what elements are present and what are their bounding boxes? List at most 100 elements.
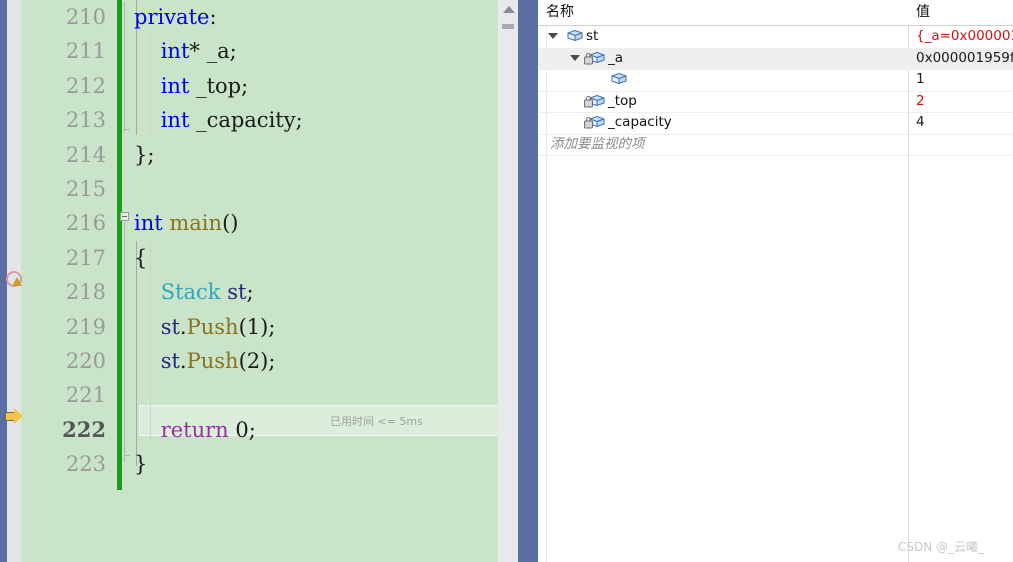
column-header-value[interactable]: 值 [916,0,930,25]
watch-row[interactable]: _top 2 [538,91,1013,113]
code-token: . [179,349,187,373]
line-number: 210 [65,5,106,29]
code-token: Push [186,349,239,373]
code-line[interactable]: }; [134,138,154,172]
code-token: { [134,245,148,270]
code-token: main [169,211,223,236]
line-number: 222 [62,416,106,442]
expander-triangle-icon[interactable] [570,54,580,61]
watch-header-row: 名称 值 [538,0,1013,26]
outline-guide-line-upper [124,2,125,132]
code-token: ; [246,280,254,305]
code-token: private [134,5,210,29]
code-line[interactable]: int _top; [134,69,248,103]
editor-vertical-scrollbar[interactable] [498,0,518,562]
line-number: 213 [65,108,106,133]
watch-add-item-placeholder: 添加要监视的项 [550,135,645,152]
code-line[interactable]: st.Push(1); [134,310,276,344]
line-number: 216 [65,211,106,236]
current-instruction-arrow-icon[interactable] [5,407,25,426]
code-line[interactable]: return 0; [134,413,256,447]
watch-row[interactable]: 1 [538,69,1013,92]
visual-studio-debug-window: 210 211 212 213 214 215 216 217 218 219 220 221 222 2… [0,0,1013,562]
code-token: }; [134,142,155,167]
line-number: 214 [65,142,106,167]
watch-row-name: _a [608,49,624,66]
panel-splitter[interactable] [518,0,538,562]
code-token: _a; [199,39,237,64]
elapsed-time-annotation: 已用时间 <= 5ms [330,415,423,428]
outlining-column[interactable] [118,0,134,562]
object-cube-icon [562,29,583,44]
code-text-area[interactable]: private: int* _a; int _top; int _capacit… [134,0,498,562]
watch-panel[interactable]: 名称 值 st {_a=0x0000019 _a 0x000001959f3 1 [538,0,1013,562]
code-token: st [160,314,180,339]
line-number: 217 [65,245,106,270]
code-token: (1); [238,314,276,339]
code-token: (2); [238,349,276,373]
watch-row-value[interactable]: 1 [916,69,1013,91]
private-field-cube-icon [584,94,605,109]
line-number: 223 [65,452,106,477]
scroll-up-arrow-icon[interactable] [503,6,515,13]
line-number: 221 [65,383,106,408]
column-header-name[interactable]: 名称 [546,0,574,25]
code-line[interactable]: int _capacity; [134,103,303,137]
watch-row-value[interactable]: 0x000001959f3 [916,48,1013,70]
code-token: Push [186,314,239,339]
code-line[interactable]: int main() [134,206,238,240]
code-token: st [160,349,180,373]
code-line[interactable]: int* _a; [134,34,237,68]
code-line[interactable]: Stack st; [134,275,254,309]
line-number: 211 [65,39,106,64]
watch-row-value[interactable]: 4 [916,112,1013,134]
watch-row[interactable]: _capacity 4 [538,112,1013,135]
code-token: * [189,39,200,64]
code-line[interactable]: st.Push(2); [134,344,276,378]
code-token: int [160,73,190,98]
code-token: } [134,452,148,477]
code-token: st [227,280,247,305]
watch-row-name: _capacity [608,114,672,130]
object-cube-icon [606,72,627,87]
watch-row-value[interactable]: 2 [916,91,1013,113]
code-token: _top; [189,73,249,98]
watch-row[interactable]: st {_a=0x0000019 [538,26,1013,49]
outline-guide-foot-upper [124,129,130,130]
code-token: int [134,211,163,236]
code-token: : [209,5,217,29]
code-line[interactable]: } [134,447,147,481]
line-number-column: 210 211 212 213 214 215 216 217 218 219 220 221 222 2… [21,0,116,562]
outline-guide-line [124,222,125,462]
expander-triangle-icon[interactable] [548,33,558,39]
code-line[interactable]: { [134,241,147,275]
watch-row-name: st [586,28,599,44]
code-token: Stack [160,280,221,305]
watch-row-value[interactable]: {_a=0x0000019 [916,26,1013,48]
collapse-region-toggle[interactable] [120,212,129,221]
code-token: int [160,108,190,133]
arrow-head [14,408,23,424]
line-number: 215 [65,176,106,201]
watch-add-item-row[interactable]: 添加要监视的项 [538,134,1013,156]
disabled-breakpoint-warning-icon[interactable] [6,271,24,289]
code-line[interactable]: private: [134,0,217,34]
code-token: _capacity; [189,108,303,133]
code-editor[interactable]: 210 211 212 213 214 215 216 217 218 219 220 221 222 2… [0,0,540,562]
csdn-watermark: CSDN @_云曦_ [898,540,985,554]
line-number: 218 [65,280,106,305]
private-field-cube-icon [584,51,605,66]
code-token: 0; [228,417,256,442]
private-field-cube-icon [584,115,605,130]
code-token: return [160,417,229,442]
watch-row[interactable]: _a 0x000001959f3 [538,47,1013,70]
line-number: 220 [65,348,106,373]
scroll-thumb[interactable] [502,24,514,29]
code-token: int [160,39,190,64]
code-token: . [179,314,187,339]
